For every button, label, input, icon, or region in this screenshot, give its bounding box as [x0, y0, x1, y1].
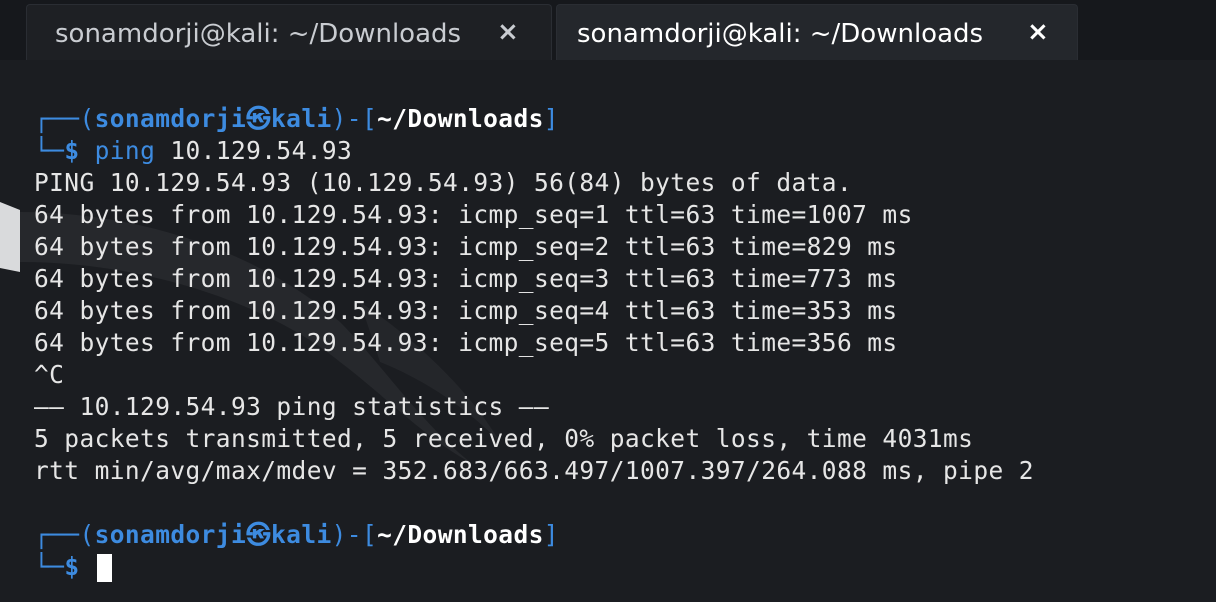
tab-label: sonamdorji@kali: ~/Downloads: [577, 19, 984, 49]
prompt-bracket-end: ]: [543, 520, 559, 549]
prompt-separator: )-[: [331, 104, 378, 133]
prompt-line: ┌──(sonamdorji㉿kali)-[~/Downloads]: [34, 103, 559, 135]
prompt-box-bottom: └─: [34, 136, 65, 165]
output-line: PING 10.129.54.93 (10.129.54.93) 56(84) …: [34, 168, 853, 197]
prompt-at-symbol: ㉿: [246, 520, 272, 549]
prompt-user: sonamdorji: [94, 104, 247, 133]
output-line: rtt min/avg/max/mdev = 352.683/663.497/1…: [34, 456, 1034, 485]
prompt-directory: ~/Downloads: [377, 104, 544, 133]
output-line: 64 bytes from 10.129.54.93: icmp_seq=1 t…: [34, 200, 913, 229]
tab-bar: sonamdorji@kali: ~/Downloads × sonamdorj…: [0, 0, 1216, 62]
prompt-separator: )-[: [331, 520, 378, 549]
command-name: ping: [94, 136, 156, 165]
output-line: 64 bytes from 10.129.54.93: icmp_seq=5 t…: [34, 328, 898, 357]
output-line: 64 bytes from 10.129.54.93: icmp_seq=4 t…: [34, 296, 898, 325]
prompt-box-bottom: └─: [34, 552, 65, 581]
prompt-box-top: ┌──(: [34, 520, 95, 549]
prompt-directory: ~/Downloads: [377, 520, 544, 549]
prompt-line: ┌──(sonamdorji㉿kali)-[~/Downloads]: [34, 519, 559, 551]
tab-terminal-1[interactable]: sonamdorji@kali: ~/Downloads ×: [26, 4, 552, 60]
prompt-user: sonamdorji: [94, 520, 247, 549]
close-icon[interactable]: ×: [1027, 17, 1049, 47]
output-line: 64 bytes from 10.129.54.93: icmp_seq=3 t…: [34, 264, 898, 293]
close-icon[interactable]: ×: [497, 17, 519, 47]
output-line: 5 packets transmitted, 5 received, 0% pa…: [34, 424, 974, 453]
terminal-output[interactable]: ┌──(sonamdorji㉿kali)-[~/Downloads] └─$ p…: [0, 62, 1216, 602]
tab-terminal-2-active[interactable]: sonamdorji@kali: ~/Downloads ×: [556, 4, 1078, 60]
prompt-box-top: ┌──(: [34, 104, 95, 133]
command-args: 10.129.54.93: [155, 136, 353, 165]
command-line: └─$ ping 10.129.54.93: [34, 135, 352, 167]
prompt-at-symbol: ㉿: [246, 104, 272, 133]
prompt-host: kali: [271, 520, 332, 549]
prompt-bracket-end: ]: [543, 104, 559, 133]
prompt-dollar: $: [64, 552, 80, 581]
output-line: —— 10.129.54.93 ping statistics ——: [34, 392, 550, 421]
output-line: 64 bytes from 10.129.54.93: icmp_seq=2 t…: [34, 232, 898, 261]
output-line: ^C: [34, 360, 65, 389]
input-line[interactable]: └─$: [34, 551, 112, 583]
text-cursor: [96, 554, 112, 582]
prompt-dollar: $: [64, 136, 80, 165]
tab-label: sonamdorji@kali: ~/Downloads: [55, 19, 462, 49]
prompt-host: kali: [271, 104, 332, 133]
